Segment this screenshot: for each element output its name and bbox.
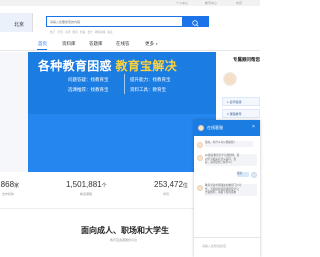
advisor-item-label: 2 课程推荐 [227, 112, 242, 116]
hero-banner[interactable]: 各种教育困惑 教育宝解决 问题答疑：找教育宝 提升能力：找教育宝 选课推荐：找教… [28, 52, 216, 172]
banner-feature: 选课推荐：找教育宝 [68, 87, 109, 92]
chat-agent-avatar [197, 142, 203, 148]
search-button[interactable] [183, 16, 209, 27]
chat-message-line: 您好，有什么可以帮助您？ [205, 141, 237, 144]
stat-value: 253,472位 [154, 180, 188, 189]
chevron-down-icon: ▾ [156, 42, 158, 46]
chat-input-placeholder: 请输入您想说的话 [202, 244, 227, 248]
chat-agent-avatar [197, 155, 203, 161]
section-title: 面向成人、职场和大学生 [81, 226, 169, 235]
close-icon[interactable]: × [252, 124, 255, 130]
top-utility-bar: 个人中心 教育中心 中高 [0, 0, 260, 6]
topbar-link-more[interactable]: 中高 [236, 0, 242, 6]
hot-search-words[interactable]: 热门 · 学历 · 考研 · 雅思 · 托福 · 会计 · 教师资格 · 职业 [50, 30, 113, 34]
chat-input-field[interactable]: 请输入您想说的话 [194, 237, 260, 257]
stat-label: 学员 [163, 192, 170, 196]
section-subtitle: 教育宝选课服务平台 [110, 238, 138, 242]
banner-headline-b: 教育宝解决 [115, 59, 177, 73]
chat-message: 您好，有什么可以帮助您？ [205, 141, 253, 147]
stat-unit: 个 [101, 183, 107, 189]
nav-more[interactable]: 更多 [145, 41, 154, 47]
stat-label: 合作机构 [2, 192, 15, 196]
chat-message: 教育宝是中国领先的教育门户平 台，为您提供优质课程及学习 方案推荐，请留下您的需… [205, 184, 257, 196]
nav-questions[interactable]: 答题库 [89, 41, 103, 47]
category-panel [0, 52, 28, 172]
stat-value: 1,501,881个 [66, 180, 107, 189]
stat-number: 253,472 [154, 180, 183, 189]
nav-library[interactable]: 资料库 [62, 41, 76, 47]
location-selector[interactable]: 北京 [14, 21, 24, 28]
banner-separator [124, 74, 125, 94]
advisor-item[interactable]: 1 名师答疑 [222, 97, 260, 106]
stat-unit: 家 [14, 183, 20, 189]
stat-value: 1,868家 [0, 180, 19, 189]
chat-message-line: 您好 [237, 172, 243, 175]
topbar-link-user[interactable]: 个人中心 [176, 0, 188, 6]
chat-header: 在线客服 × [194, 120, 260, 136]
search-box [46, 16, 183, 27]
advisor-item-label: 1 名师答疑 [227, 100, 242, 104]
chat-message: Hi 我是教育宝学习规划师，您 对学习相关有什么疑问，您 好，请问您想了解什么？ [205, 154, 257, 166]
banner-headline-a: 各种教育困惑 [38, 59, 112, 73]
banner-feature: 提升能力：找教育宝 [130, 77, 171, 82]
chat-user-message: 您好 [237, 172, 249, 177]
nav-divider [0, 50, 260, 51]
advisor-item[interactable]: 2 课程推荐 [222, 109, 260, 118]
banner-feature: 问题答疑：找教育宝 [68, 77, 109, 82]
chat-message-line: 好，请问您想了解什么？ [205, 161, 234, 165]
stat-number: 1,868 [0, 180, 15, 189]
banner-headline: 各种教育困惑 教育宝解决 [38, 57, 177, 74]
chat-agent-avatar [197, 185, 203, 191]
chat-user-avatar [251, 172, 257, 178]
advisor-avatar [223, 72, 237, 86]
banner-feature: 资料工具：教育宝 [130, 87, 166, 92]
nav-home[interactable]: 首页 [38, 41, 47, 47]
stat-unit: 位 [182, 183, 188, 189]
stat-number: 1,501,881 [66, 180, 102, 189]
search-icon [192, 20, 199, 27]
topbar-link-edu[interactable]: 教育中心 [205, 0, 217, 6]
chat-message-line: 方案推荐，请留下您的需求 [205, 191, 237, 195]
chat-title: 在线客服 [207, 125, 223, 130]
nav-online-answer[interactable]: 在线答 [116, 41, 130, 47]
stat-label: 精选课程 [80, 192, 93, 196]
chat-widget: 在线客服 × 您好，有什么可以帮助您？ Hi 我是教育宝学习规划师，您 对学习相… [194, 120, 260, 257]
advisor-title: 专属顾问帮您 [233, 57, 260, 62]
chat-agent-avatar [198, 125, 204, 131]
banner-band [28, 114, 216, 172]
search-input[interactable] [50, 17, 168, 26]
